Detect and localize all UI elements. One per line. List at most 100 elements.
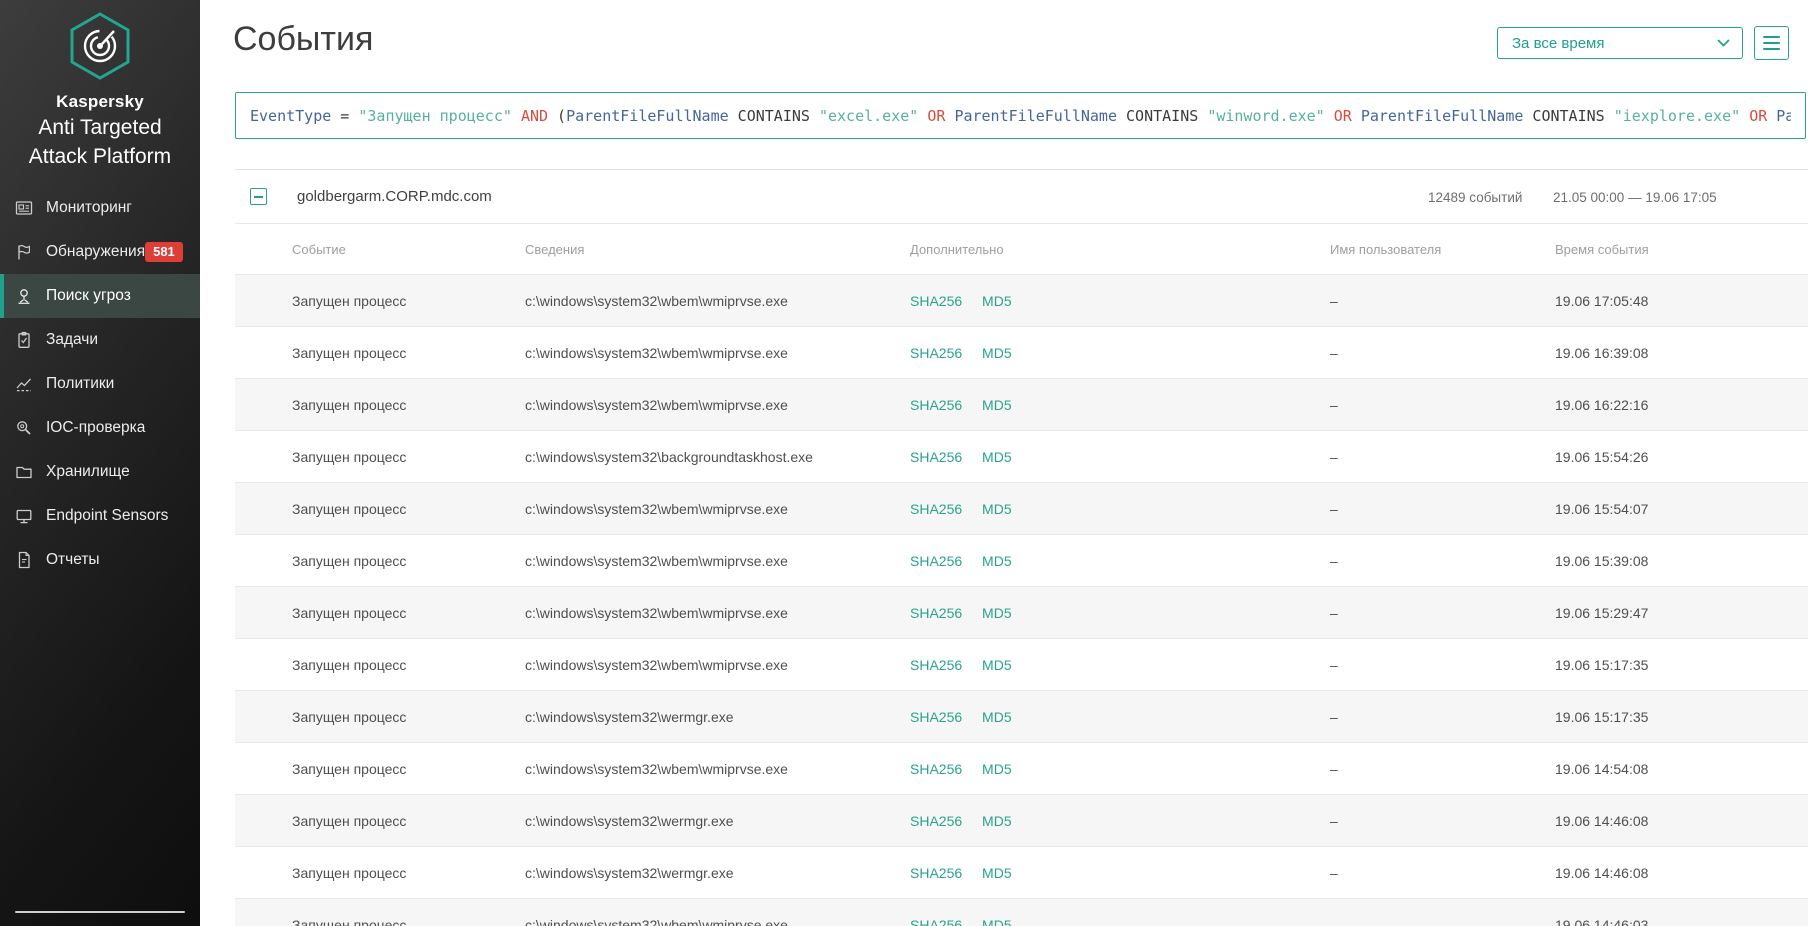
sha256-link[interactable]: SHA256 [910, 917, 962, 926]
sha256-link[interactable]: SHA256 [910, 397, 962, 413]
group-host-name: goldbergarm.CORP.mdc.com [297, 188, 492, 205]
ioc-scan-icon [17, 420, 31, 435]
md5-link[interactable]: MD5 [982, 553, 1012, 569]
group-events-count: 12489 событий [1428, 190, 1523, 205]
query-token: "winword.exe" [1207, 106, 1325, 125]
event-details-cell: c:\windows\system32\backgroundtaskhost.e… [525, 448, 813, 465]
table-row[interactable]: Запущен процесс c:\windows\system32\back… [235, 430, 1808, 482]
md5-link[interactable]: MD5 [982, 761, 1012, 777]
hash-links-cell: SHA256 MD5 [910, 449, 1330, 465]
sha256-link[interactable]: SHA256 [910, 501, 962, 517]
md5-link[interactable]: MD5 [982, 501, 1012, 517]
product-name-line2: Attack Platform [28, 144, 172, 168]
event-type-cell: Запущен процесс [292, 448, 407, 465]
user-name-cell: – [1330, 864, 1338, 881]
query-token: = [331, 106, 359, 125]
query-token [512, 107, 521, 125]
table-row[interactable]: Запущен процесс c:\windows\system32\wbem… [235, 742, 1808, 794]
query-token [918, 107, 927, 125]
table-row[interactable]: Запущен процесс c:\windows\system32\wbem… [235, 638, 1808, 690]
sidebar-item-detections[interactable]: Обнаружения 581 [0, 230, 200, 274]
md5-link[interactable]: MD5 [982, 813, 1012, 829]
main-content: События За все время EventType = "Запуще… [200, 0, 1815, 926]
md5-link[interactable]: MD5 [982, 345, 1012, 361]
logo-block: Kaspersky Anti Targeted Attack Platform [0, 0, 200, 170]
minus-icon [254, 196, 263, 198]
event-type-cell: Запущен процесс [292, 916, 407, 926]
event-time-cell: 19.06 16:39:08 [1555, 344, 1649, 361]
event-details-cell: c:\windows\system32\wbem\wmiprvse.exe [525, 760, 788, 777]
user-name-cell: – [1330, 760, 1338, 777]
md5-link[interactable]: MD5 [982, 397, 1012, 413]
query-token: ParentFileFullN… [1776, 106, 1791, 125]
hash-links-cell: SHA256 MD5 [910, 605, 1330, 621]
endpoint-sensors-icon [16, 509, 32, 523]
md5-link[interactable]: MD5 [982, 657, 1012, 673]
md5-link[interactable]: MD5 [982, 709, 1012, 725]
sidebar-item-tasks[interactable]: Задачи [0, 318, 200, 362]
table-row[interactable]: Запущен процесс c:\windows\system32\wbem… [235, 534, 1808, 586]
table-row[interactable]: Запущен процесс c:\windows\system32\wbem… [235, 586, 1808, 638]
event-details-cell: c:\windows\system32\wbem\wmiprvse.exe [525, 292, 788, 309]
table-row[interactable]: Запущен процесс c:\windows\system32\wbem… [235, 898, 1808, 926]
sha256-link[interactable]: SHA256 [910, 761, 962, 777]
event-type-cell: Запущен процесс [292, 396, 407, 413]
event-type-cell: Запущен процесс [292, 864, 407, 881]
sha256-link[interactable]: SHA256 [910, 657, 962, 673]
event-time-cell: 19.06 15:54:07 [1555, 500, 1649, 517]
policies-icon [16, 378, 31, 391]
query-token [1740, 107, 1749, 125]
monitoring-icon [15, 200, 33, 215]
sidebar-item-storage[interactable]: Хранилище [0, 450, 200, 494]
table-row[interactable]: Запущен процесс c:\windows\system32\wbem… [235, 274, 1808, 326]
sidebar-item-policies[interactable]: Политики [0, 362, 200, 406]
query-token: ( [548, 106, 567, 125]
time-filter-dropdown[interactable]: За все время [1497, 27, 1743, 59]
hamburger-icon [1763, 35, 1780, 39]
query-token: "iexplore.exe" [1613, 106, 1741, 125]
sidebar: Kaspersky Anti Targeted Attack Platform … [0, 0, 200, 926]
events-table: Запущен процесс c:\windows\system32\wbem… [235, 274, 1808, 926]
event-details-cell: c:\windows\system32\wermgr.exe [525, 864, 734, 881]
md5-link[interactable]: MD5 [982, 605, 1012, 621]
sha256-link[interactable]: SHA256 [910, 865, 962, 881]
sidebar-item-reports[interactable]: Отчеты [0, 538, 200, 582]
collapse-group-button[interactable] [250, 188, 267, 205]
page-title: События [233, 20, 374, 58]
event-time-cell: 19.06 14:46:08 [1555, 812, 1649, 829]
table-row[interactable]: Запущен процесс c:\windows\system32\wbem… [235, 378, 1808, 430]
sha256-link[interactable]: SHA256 [910, 449, 962, 465]
query-token: ParentFileFullName [954, 106, 1117, 125]
query-token: CONTAINS [1117, 106, 1208, 125]
sha256-link[interactable]: SHA256 [910, 709, 962, 725]
sha256-link[interactable]: SHA256 [910, 605, 962, 621]
column-header-additional: Дополнительно [910, 241, 1004, 257]
table-row[interactable]: Запущен процесс c:\windows\system32\wbem… [235, 326, 1808, 378]
query-token [1767, 107, 1776, 125]
table-row[interactable]: Запущен процесс c:\windows\system32\werm… [235, 690, 1808, 742]
event-details-cell: c:\windows\system32\wermgr.exe [525, 708, 734, 725]
sha256-link[interactable]: SHA256 [910, 553, 962, 569]
sidebar-item-threat-hunting[interactable]: Поиск угроз [0, 273, 200, 318]
table-row[interactable]: Запущен процесс c:\windows\system32\wbem… [235, 482, 1808, 534]
query-input[interactable]: EventType = "Запущен процесс" AND (Paren… [235, 92, 1806, 139]
sidebar-item-endpoint-sensors[interactable]: Endpoint Sensors [0, 494, 200, 538]
sha256-link[interactable]: SHA256 [910, 813, 962, 829]
md5-link[interactable]: MD5 [982, 449, 1012, 465]
md5-link[interactable]: MD5 [982, 865, 1012, 881]
sha256-link[interactable]: SHA256 [910, 293, 962, 309]
event-details-cell: c:\windows\system32\wermgr.exe [525, 812, 734, 829]
sha256-link[interactable]: SHA256 [910, 345, 962, 361]
md5-link[interactable]: MD5 [982, 917, 1012, 926]
brand-name: Kaspersky [56, 92, 144, 111]
table-row[interactable]: Запущен процесс c:\windows\system32\werm… [235, 846, 1808, 898]
table-settings-button[interactable] [1754, 26, 1789, 60]
event-time-cell: 19.06 17:05:48 [1555, 292, 1649, 309]
hash-links-cell: SHA256 MD5 [910, 501, 1330, 517]
md5-link[interactable]: MD5 [982, 293, 1012, 309]
reports-icon [18, 551, 30, 568]
sidebar-item-ioc-scan[interactable]: IOC-проверка [0, 406, 200, 450]
sidebar-item-monitoring[interactable]: Мониторинг [0, 186, 200, 230]
table-row[interactable]: Запущен процесс c:\windows\system32\werm… [235, 794, 1808, 846]
query-token: CONTAINS [728, 106, 819, 125]
